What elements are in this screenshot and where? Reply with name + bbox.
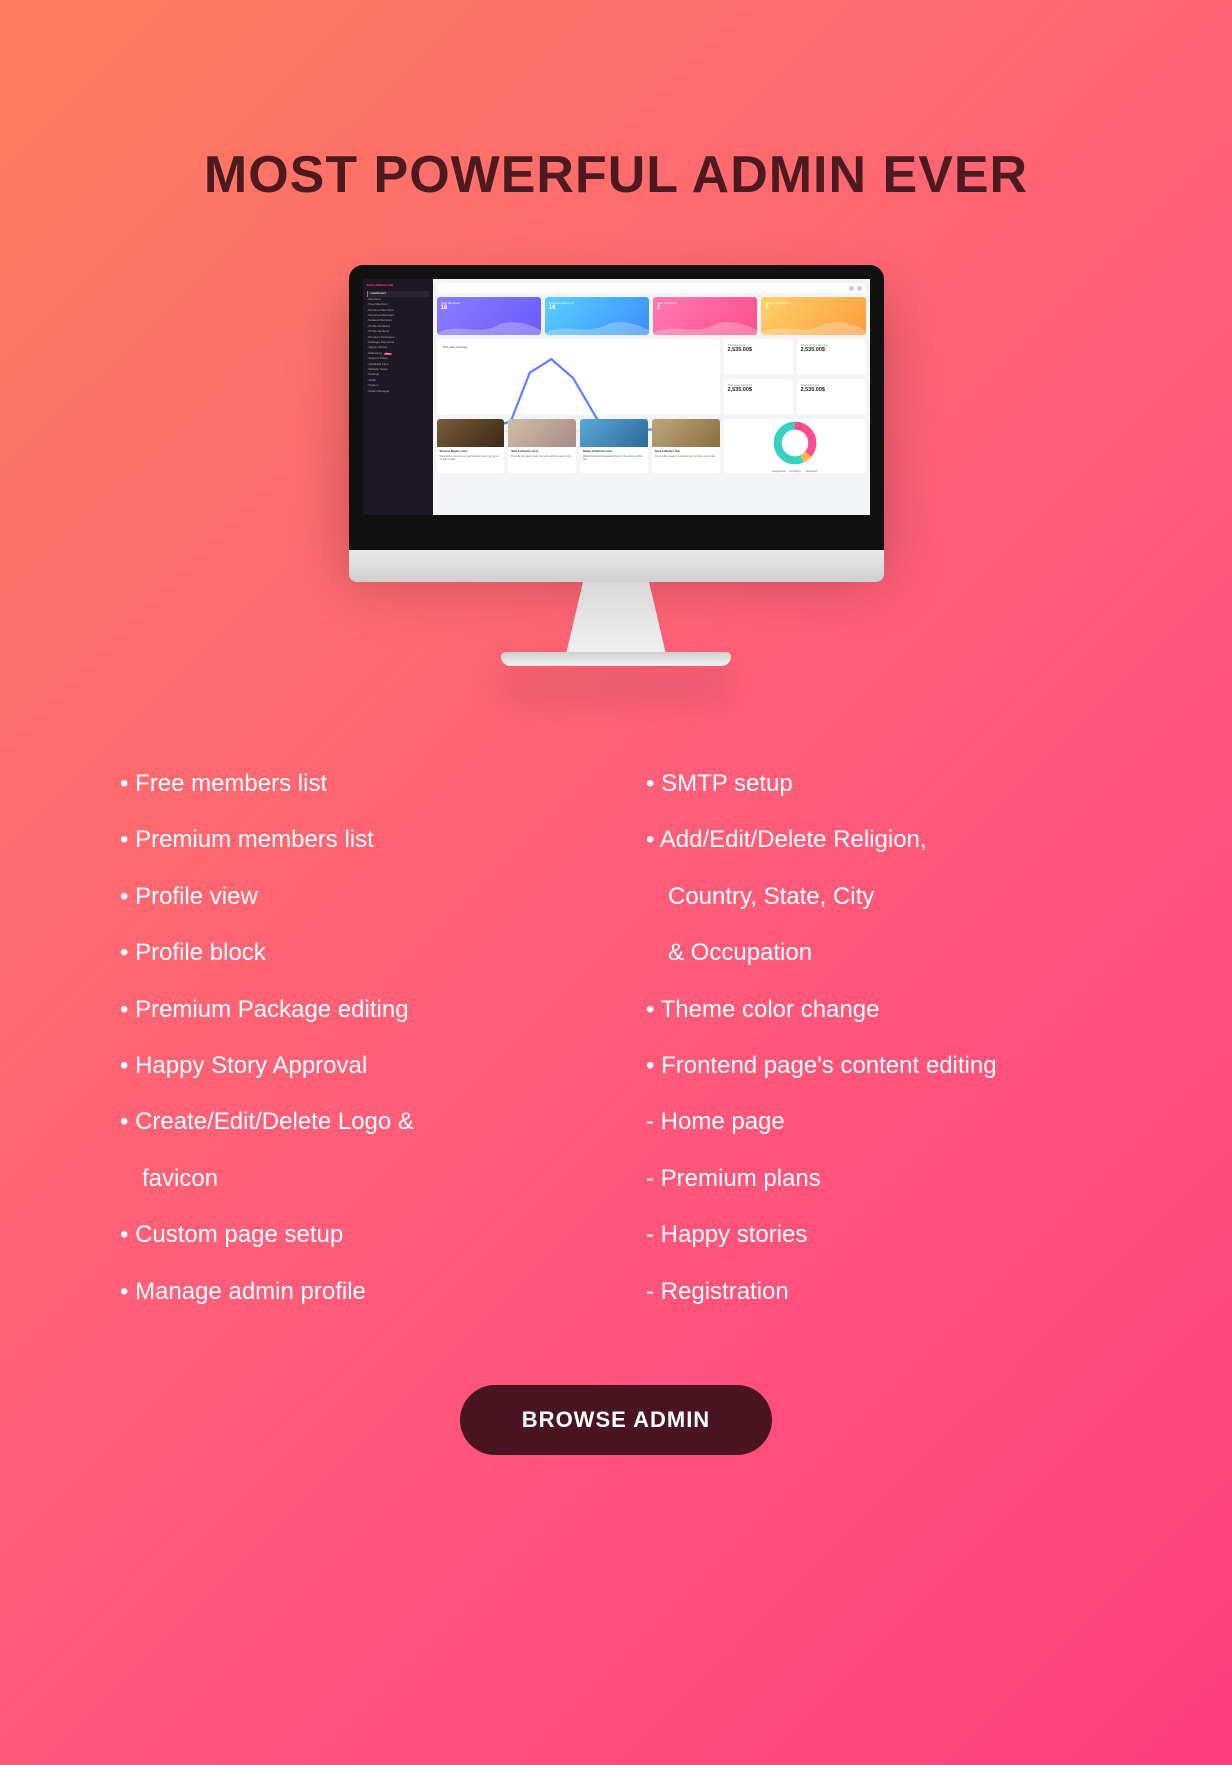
feature-item: Happy stories <box>646 1207 1112 1263</box>
feature-item: Free members list <box>120 756 586 812</box>
earning-box: This year earnings2,535.00$ <box>724 379 793 415</box>
donut-chart: Approved Pending Rejected <box>724 419 866 473</box>
sidebar-item[interactable]: › Addon Manager <box>367 389 429 394</box>
stat-card: Total Members18 <box>437 297 541 335</box>
feature-item: Add/Edit/Delete Religion, <box>646 812 1112 868</box>
feature-item: Premium Package editing <box>120 982 586 1038</box>
stat-card: Today's Members0 <box>761 297 865 335</box>
sidebar-items: › Dashboard› Members› Free Members› Prem… <box>367 291 429 394</box>
earnings-chart: This year earnings <box>437 339 720 415</box>
earning-box: This month earnings2,535.00$ <box>797 339 866 375</box>
feature-item: & Occupation <box>646 925 1112 981</box>
feature-item: Happy Story Approval <box>120 1038 586 1094</box>
feature-columns: Free members listPremium members listPro… <box>0 756 1232 1320</box>
feature-item: Home page <box>646 1094 1112 1150</box>
admin-topbar <box>437 283 866 293</box>
feature-item: SMTP setup <box>646 756 1112 812</box>
feature-item: Country, State, City <box>646 869 1112 925</box>
feature-col-left: Free members listPremium members listPro… <box>120 756 586 1320</box>
earning-box: Total earnings2,535.00$ <box>797 379 866 415</box>
globe-icon <box>849 286 854 291</box>
story-card: Anna & Wendy's TaleYou are the reason I … <box>652 419 720 473</box>
stat-cards: Total Members18Premium Members16Free Mem… <box>437 297 866 335</box>
feature-col-right: SMTP setupAdd/Edit/Delete Religion,Count… <box>646 756 1112 1320</box>
feature-item: Theme color change <box>646 982 1112 1038</box>
story-card: Dianne & Patricia's storyRichard spotted… <box>580 419 648 473</box>
stat-card: Free Members2 <box>653 297 757 335</box>
dashboard-screenshot: Active Matrimonial › Dashboard› Members›… <box>363 279 870 515</box>
happy-stories: Steven & Megan's storySometimes I look a… <box>437 419 720 473</box>
story-card: Steven & Megan's storySometimes I look a… <box>437 419 505 473</box>
feature-item: Registration <box>646 1264 1112 1320</box>
earning-box: Total earnings2,535.00$ <box>724 339 793 375</box>
browse-admin-button[interactable]: BROWSE ADMIN <box>460 1385 772 1455</box>
admin-sidebar: Active Matrimonial › Dashboard› Members›… <box>363 279 433 515</box>
monitor-mockup: Active Matrimonial › Dashboard› Members›… <box>349 265 884 666</box>
stat-card: Premium Members16 <box>545 297 649 335</box>
feature-item: Profile block <box>120 925 586 981</box>
feature-item: Frontend page's content editing <box>646 1038 1112 1094</box>
page-title: MOST POWERFUL ADMIN EVER <box>0 0 1232 215</box>
feature-item: Premium members list <box>120 812 586 868</box>
story-card: Sally & Victoria's storyHow did you stud… <box>508 419 576 473</box>
feature-item: favicon <box>120 1151 586 1207</box>
feature-item: Profile view <box>120 869 586 925</box>
feature-item: Manage admin profile <box>120 1264 586 1320</box>
feature-item: Custom page setup <box>120 1207 586 1263</box>
user-avatar <box>857 286 862 291</box>
feature-item: Premium plans <box>646 1151 1112 1207</box>
earning-boxes: Total earnings2,535.00$This month earnin… <box>724 339 866 415</box>
feature-item: Create/Edit/Delete Logo & <box>120 1094 586 1150</box>
